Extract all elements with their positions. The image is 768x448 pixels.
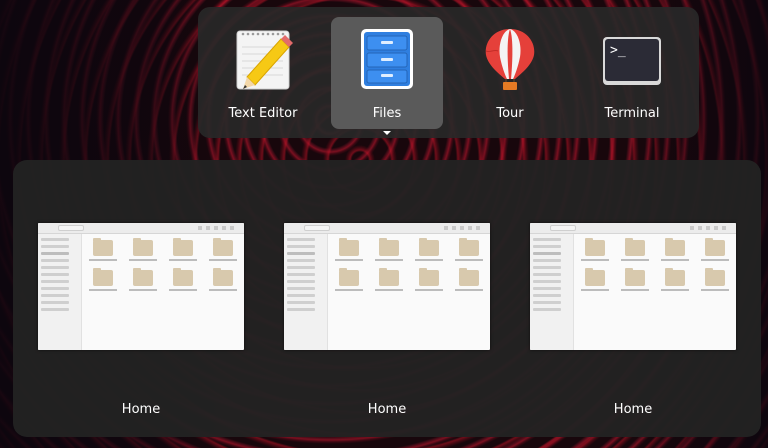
selected-indicator bbox=[383, 131, 391, 135]
app-text-editor[interactable]: Text Editor bbox=[207, 17, 319, 129]
window-title: Home bbox=[367, 402, 407, 417]
app-label: Terminal bbox=[604, 106, 660, 121]
app-files[interactable]: Files bbox=[331, 17, 443, 129]
text-editor-icon bbox=[236, 30, 293, 90]
files-icon bbox=[361, 29, 413, 89]
file-manager-preview bbox=[38, 223, 244, 350]
terminal-icon: >_ bbox=[603, 37, 661, 85]
window-thumbnail-3[interactable] bbox=[530, 223, 736, 350]
app-label: Text Editor bbox=[228, 106, 298, 121]
app-label: Tour bbox=[496, 106, 524, 121]
app-tour[interactable]: Tour bbox=[454, 17, 566, 129]
app-terminal[interactable]: >_ Terminal bbox=[576, 17, 688, 129]
terminal-prompt: >_ bbox=[610, 43, 626, 58]
window-title: Home bbox=[121, 402, 161, 417]
window-thumbnail-1[interactable] bbox=[38, 223, 244, 350]
app-switcher: Text Editor Files Tour >_ Terminal bbox=[198, 7, 699, 138]
window-title: Home bbox=[613, 402, 653, 417]
file-manager-preview bbox=[530, 223, 736, 350]
app-label: Files bbox=[372, 106, 402, 121]
balloon-icon bbox=[485, 29, 535, 90]
window-thumbnail-2[interactable] bbox=[284, 223, 490, 350]
file-manager-preview bbox=[284, 223, 490, 350]
